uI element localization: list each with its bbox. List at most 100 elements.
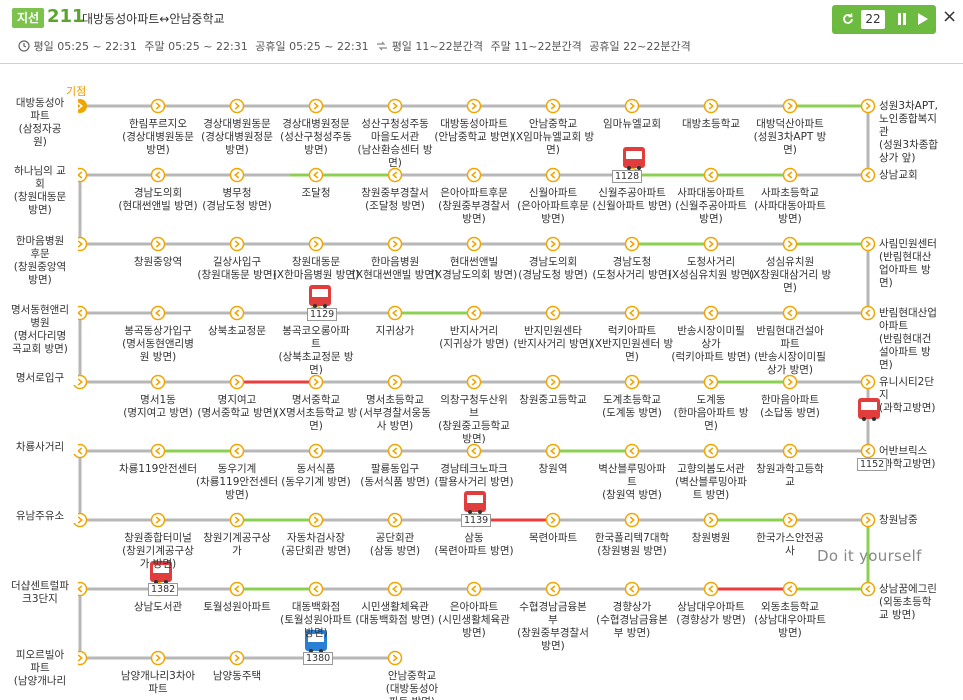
stop-label[interactable]: 경상대병원동문 (경상대병원정문 방면) — [201, 118, 273, 157]
stop-label[interactable]: 수협경남금융본 부 (창원중부경찰서 방면) — [517, 601, 589, 653]
stop-label[interactable]: 창원종합터미널 (창원기계공구상 가 방면) — [122, 532, 194, 571]
stop-label[interactable]: 상남도서관 — [134, 601, 182, 614]
terminal-stop-left[interactable]: 대방동성아 파트 (삼정자공 원) — [2, 97, 78, 149]
stop-label[interactable]: 명서중학교 (X명서초등학교 방 면) — [275, 394, 357, 433]
stop-label[interactable]: 도계초등학교 (도계동 방면) — [602, 394, 662, 420]
stop-label[interactable]: 안남중학교 (X임마뉴엘교회 방 면) — [512, 118, 594, 157]
stop-label[interactable]: 경향상가 (수협경남금융본 부 방면) — [596, 601, 668, 640]
stop-label[interactable]: 시민생활체육관 (대동백화점 방면) — [355, 601, 434, 627]
terminal-stop-left[interactable]: 명서로입구 — [2, 372, 78, 385]
terminal-stop-left[interactable]: 하나님의 교 회 (창원대동문 방면) — [2, 165, 78, 217]
stop-label[interactable]: 병무청 (경남도청 방면) — [202, 187, 272, 213]
bus-icon[interactable] — [464, 491, 486, 514]
stop-label[interactable]: 사파초등학교 (사파대동아파트 방면) — [754, 187, 826, 226]
stop-label[interactable]: 벽산블루밍아파 트 (창원역 방면) — [598, 463, 666, 502]
stop-label[interactable]: 길상사입구 (창원대동문 방면) — [197, 256, 276, 282]
terminal-stop-right[interactable]: 창원남중 — [879, 514, 918, 527]
stop-label[interactable]: 도청사거리 (X성심유치원 방면) — [668, 256, 754, 282]
stop-label[interactable]: 안남중학교(대방동성아파트 방면) — [386, 670, 438, 700]
refresh-icon[interactable] — [841, 12, 855, 26]
stop-label[interactable]: 의창구청두산위 브 (창원중고등학교 방면) — [438, 394, 510, 446]
stop-label[interactable]: 현대썬앤빌 (X경남도의회 방면) — [431, 256, 517, 282]
stop-label[interactable]: 조달청 — [302, 187, 331, 200]
terminal-stop-right[interactable]: 상남교회 — [879, 169, 918, 182]
stop-label[interactable]: 신월주공아파트 (신월아파트 방면) — [592, 187, 671, 213]
stop-label[interactable]: 동서식품 (동우기계 방면) — [281, 463, 351, 489]
close-button[interactable]: × — [942, 8, 957, 26]
terminal-stop-right[interactable]: 유니시티2단 지 (과학고방면) — [879, 376, 936, 415]
stop-label[interactable]: 한마음병원 (X현대썬앤빌 방면) — [352, 256, 438, 282]
stop-label[interactable]: 성산구청성주동 마을도서관 (남산환승센터 방 면) — [357, 118, 432, 170]
bus-icon[interactable] — [309, 285, 331, 308]
stop-label[interactable]: 럭키아파트 (X반지민원센터 방 면) — [591, 325, 673, 364]
terminal-stop-right[interactable]: 사림민원센터 (반림현대산 업아파트 방 면) — [879, 238, 937, 290]
stop-label[interactable]: 상북초교정문 — [208, 325, 266, 338]
stop-label[interactable]: 경남도의회 (현대썬앤빌 방면) — [118, 187, 197, 213]
terminal-stop-left[interactable]: 명서동현앤리 병원 (명서다리명 곡교회 방면) — [2, 304, 78, 356]
terminal-stop-left[interactable]: 더샵센트럴파 크3단지 — [2, 580, 78, 606]
stop-label[interactable]: 상남대우아파트 (경향상가 방면) — [676, 601, 746, 627]
stop-label[interactable]: 경상대병원정문 (성산구청성주동 방면) — [280, 118, 352, 157]
stop-label[interactable]: 봉곡동상가입구 (명서동현앤리병 원 방면) — [122, 325, 194, 364]
terminal-stop-left[interactable]: 피오르빌아 파트 (남양개나리 — [2, 649, 78, 688]
stop-label[interactable]: 경남도청 (도청사거리 방면) — [592, 256, 671, 282]
stop-label[interactable]: 명서초등학교 (서부경찰서웅동 사 방면) — [359, 394, 431, 433]
stop-label[interactable]: 신월아파트 (은아아파트후문 방면) — [517, 187, 589, 226]
terminal-stop-right[interactable]: 상남꿈에그린 (외동초등학 교 방면) — [879, 583, 937, 622]
stop-label[interactable]: 삼동 (목련아파트 방면) — [434, 532, 513, 558]
stop-label[interactable]: 남양동주택 — [213, 670, 261, 683]
pause-icon[interactable] — [897, 13, 907, 25]
stop-label[interactable]: 반송시장이미필 상가 (럭키아파트 방면) — [671, 325, 750, 364]
stop-label[interactable]: 창원대동문 (X한마음병원 방면) — [273, 256, 359, 282]
stop-label[interactable]: 대방덕산아파트 (성원3차APT 방 면) — [754, 118, 827, 157]
stop-label[interactable]: 창원병원 — [692, 532, 731, 545]
stop-label[interactable]: 한국폴리텍7대학 (창원병원 방면) — [595, 532, 669, 558]
stop-label[interactable]: 창원역 — [539, 463, 568, 476]
stop-label[interactable]: 명지여고 (명서중학교 방면) — [197, 394, 276, 420]
bus-icon[interactable] — [858, 398, 880, 421]
play-icon[interactable] — [918, 13, 928, 25]
terminal-stop-left[interactable]: 한마음병원 후문 (창원중앙역 방면) — [2, 235, 78, 287]
stop-label[interactable]: 반지사거리 (지귀상가 방면) — [439, 325, 509, 351]
stop-label[interactable]: 대방동성아파트 (안남중학교 방면) — [434, 118, 513, 144]
terminal-stop-left[interactable]: 차룡사거리 — [2, 441, 78, 454]
stop-label[interactable]: 팔룡동입구 (동서식품 방면) — [360, 463, 430, 489]
stop-label[interactable]: 반지민원센타 (반지사거리 방면) — [513, 325, 592, 351]
stop-label[interactable]: 사파대동아파트 (신월주공아파트 방면) — [675, 187, 747, 226]
stop-label[interactable]: 외동초등학교 (상남대우아파트 방면) — [754, 601, 826, 640]
terminal-stop-right[interactable]: 성원3차APT, 노인종합복지 관 (성원3차종합 상가 앞) — [879, 100, 938, 165]
stop-label[interactable]: 동우기계 (차룡119안전센터 방면) — [196, 463, 278, 502]
stop-label[interactable]: 한국가스안전공 사 — [756, 532, 824, 558]
stop-label[interactable]: 명서1동 (명지여고 방면) — [123, 394, 193, 420]
stop-label[interactable]: 공단회관 (삼동 방면) — [370, 532, 420, 558]
stop-label[interactable]: 창원기계공구상 가 — [203, 532, 271, 558]
stop-label[interactable]: 자동차검사장 (공단회관 방면) — [281, 532, 351, 558]
stop-label[interactable]: 은아아파트 (시민생활체육관 방면) — [438, 601, 510, 640]
stop-label[interactable]: 은아아파트후문 (창원중부경찰서 방면) — [438, 187, 510, 226]
stop-label[interactable]: 창원중고등학교 — [519, 394, 587, 407]
stop-label[interactable]: 창원중부경찰서 (조달청 방면) — [361, 187, 429, 213]
stop-label[interactable]: 경남도의회 (경남도청 방면) — [518, 256, 588, 282]
stop-label[interactable]: 성심유치원 (X창원대삼거리 방 면) — [749, 256, 831, 295]
stop-label[interactable]: 차룡119안전센터 — [119, 463, 197, 476]
bus-icon[interactable] — [623, 147, 645, 170]
stop-label[interactable]: 대동백화점 (토월성원아파트 방면) — [280, 601, 352, 640]
stop-label[interactable]: 한림푸르지오 (경상대병원동문 방면) — [122, 118, 194, 157]
stop-label[interactable]: 경남테크노파크 (팔용사거리 방면) — [434, 463, 513, 489]
stop-label[interactable]: 고향의봄도서관 (벽산블루밍아파 트 방면) — [675, 463, 747, 502]
stop-label[interactable]: 토월성원아파트 — [203, 601, 271, 614]
terminal-stop-right[interactable]: 반림현대산업 아파트 (반림현대건 설아파트 방 면) — [879, 307, 937, 372]
stop-label[interactable]: 창원과학고등학 교 — [756, 463, 824, 489]
stop-label[interactable]: 반림현대건설아 파트 (반송시장이미필 상가 방면) — [754, 325, 826, 377]
stop-label[interactable]: 도계동 (한마음아파트 방 면) — [673, 394, 748, 433]
stop-label[interactable]: 봉곡코오롱아파 트 (상북초교정문 방 면) — [278, 325, 353, 377]
stop-label[interactable]: 지귀상가 — [376, 325, 415, 338]
stop-label[interactable]: 한마음아파트 (소답동 방면) — [760, 394, 820, 420]
stop-label[interactable]: 대방초등학교 — [682, 118, 740, 131]
stop-label[interactable]: 임마뉴엘교회 — [603, 118, 661, 131]
terminal-stop-right[interactable]: 어반브릭스 (과학고방면) — [879, 445, 936, 471]
stop-label[interactable]: 창원중앙역 — [134, 256, 182, 269]
terminal-stop-left[interactable]: 유남주유소 — [2, 510, 78, 523]
stop-label[interactable]: 남양개나리3차아 파트 — [121, 670, 195, 696]
stop-label[interactable]: 목련아파트 — [529, 532, 577, 545]
